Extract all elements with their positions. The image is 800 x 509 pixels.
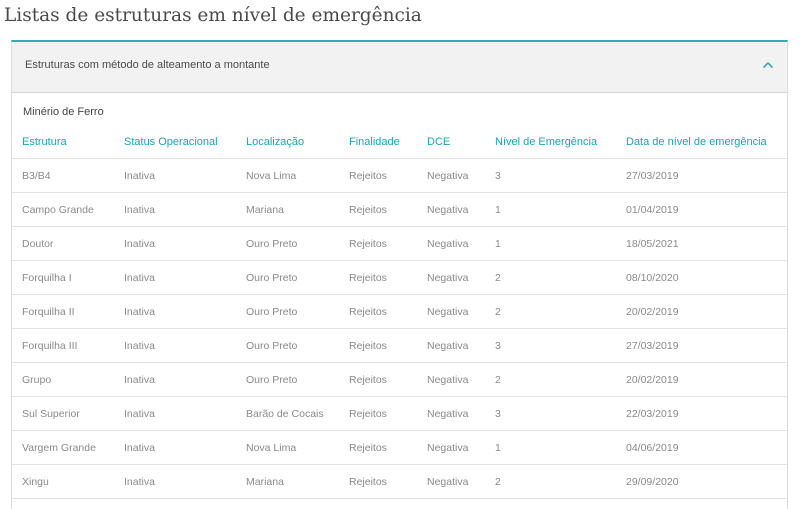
column-header-data-nivel-emergencia: Data de nível de emergência <box>616 126 787 159</box>
structures-panel: Estruturas com método de alteamento a mo… <box>11 40 788 509</box>
cell-nivel: 1 <box>485 192 616 227</box>
cell-localizacao: Nova Lima <box>236 158 339 193</box>
table-row: Xingu Inativa Mariana Rejeitos Negativa … <box>12 464 787 499</box>
cell-data: 04/06/2019 <box>616 430 787 465</box>
cell-status: Inativa <box>114 294 236 329</box>
cell-dce: Negativa <box>417 294 485 329</box>
cell-estrutura: Forquilha II <box>12 294 114 329</box>
panel-header-label: Estruturas com método de alteamento a mo… <box>25 59 270 71</box>
cell-finalidade: Rejeitos <box>339 430 417 465</box>
cell-status: Inativa <box>114 192 236 227</box>
cell-nivel: 2 <box>485 464 616 499</box>
cell-estrutura: Forquilha III <box>12 328 114 363</box>
cell-status: Inativa <box>114 430 236 465</box>
cell-data: 20/02/2019 <box>616 362 787 397</box>
cell-data: 27/03/2019 <box>616 328 787 363</box>
cell-nivel: 2 <box>485 294 616 329</box>
table-row: Campo Grande Inativa Mariana Rejeitos Ne… <box>12 192 787 227</box>
cell-data: 29/09/2020 <box>616 464 787 499</box>
cell-localizacao: Ouro Preto <box>236 260 339 295</box>
table-row: Vargem Grande Inativa Nova Lima Rejeitos… <box>12 430 787 465</box>
panel-header[interactable]: Estruturas com método de alteamento a mo… <box>12 42 787 93</box>
cell-finalidade: Rejeitos <box>339 226 417 261</box>
cell-data: 27/03/2019 <box>616 158 787 193</box>
column-header-localizacao: Localização <box>236 126 339 159</box>
cell-finalidade: Rejeitos <box>339 362 417 397</box>
column-header-dce: DCE <box>417 126 485 159</box>
cell-finalidade: Rejeitos <box>339 158 417 193</box>
cell-nivel: 2 <box>485 260 616 295</box>
cell-status: Inativa <box>114 158 236 193</box>
cell-finalidade: Rejeitos <box>339 396 417 431</box>
cell-estrutura: Campo Grande <box>12 192 114 227</box>
cell-nivel: 1 <box>485 226 616 261</box>
cell-estrutura: Sul Superior <box>12 396 114 431</box>
cell-data: 18/05/2021 <box>616 226 787 261</box>
cell-estrutura: Doutor <box>12 226 114 261</box>
cell-data: 22/03/2019 <box>616 396 787 431</box>
cell-finalidade: Rejeitos <box>339 192 417 227</box>
cell-finalidade: Rejeitos <box>339 260 417 295</box>
cell-localizacao: Ouro Preto <box>236 226 339 261</box>
cell-localizacao: Ouro Preto <box>236 294 339 329</box>
cell-finalidade: Rejeitos <box>339 294 417 329</box>
cell-finalidade: Rejeitos <box>339 464 417 499</box>
cell-status: Inativa <box>114 464 236 499</box>
cell-data: 08/10/2020 <box>616 260 787 295</box>
table-row: B3/B4 Inativa Nova Lima Rejeitos Negativ… <box>12 158 787 193</box>
cell-estrutura: Forquilha I <box>12 260 114 295</box>
page-title: Listas de estruturas em nível de emergên… <box>4 5 422 26</box>
column-header-nivel-emergencia: Nível de Emergência <box>485 126 616 159</box>
cell-nivel: 2 <box>485 362 616 397</box>
cell-dce: Negativa <box>417 328 485 363</box>
cell-finalidade: Rejeitos <box>339 328 417 363</box>
cell-localizacao: Ouro Preto <box>236 328 339 363</box>
structures-table: Estrutura Status Operacional Localização… <box>12 126 787 499</box>
table-row: Grupo Inativa Ouro Preto Rejeitos Negati… <box>12 362 787 397</box>
cell-status: Inativa <box>114 396 236 431</box>
cell-localizacao: Mariana <box>236 192 339 227</box>
cell-nivel: 3 <box>485 396 616 431</box>
cell-dce: Negativa <box>417 430 485 465</box>
cell-nivel: 3 <box>485 158 616 193</box>
table-row: Forquilha II Inativa Ouro Preto Rejeitos… <box>12 294 787 329</box>
cell-status: Inativa <box>114 328 236 363</box>
cell-localizacao: Mariana <box>236 464 339 499</box>
column-header-estrutura: Estrutura <box>12 126 114 159</box>
group-label: Minério de Ferro <box>23 106 104 118</box>
table-row: Sul Superior Inativa Barão de Cocais Rej… <box>12 396 787 431</box>
cell-dce: Negativa <box>417 396 485 431</box>
table-header-row: Estrutura Status Operacional Localização… <box>12 126 787 159</box>
table-row: Forquilha I Inativa Ouro Preto Rejeitos … <box>12 260 787 295</box>
cell-status: Inativa <box>114 260 236 295</box>
table-body: B3/B4 Inativa Nova Lima Rejeitos Negativ… <box>12 158 787 499</box>
cell-estrutura: Grupo <box>12 362 114 397</box>
cell-dce: Negativa <box>417 362 485 397</box>
cell-localizacao: Barão de Cocais <box>236 396 339 431</box>
cell-data: 01/04/2019 <box>616 192 787 227</box>
cell-nivel: 3 <box>485 328 616 363</box>
cell-localizacao: Ouro Preto <box>236 362 339 397</box>
column-header-status-operacional: Status Operacional <box>114 126 236 159</box>
cell-dce: Negativa <box>417 158 485 193</box>
cell-dce: Negativa <box>417 260 485 295</box>
cell-localizacao: Nova Lima <box>236 430 339 465</box>
column-header-finalidade: Finalidade <box>339 126 417 159</box>
cell-status: Inativa <box>114 362 236 397</box>
chevron-up-icon[interactable] <box>761 59 775 71</box>
cell-dce: Negativa <box>417 226 485 261</box>
cell-estrutura: Xingu <box>12 464 114 499</box>
cell-dce: Negativa <box>417 192 485 227</box>
cell-dce: Negativa <box>417 464 485 499</box>
cell-estrutura: B3/B4 <box>12 158 114 193</box>
table-row: Forquilha III Inativa Ouro Preto Rejeito… <box>12 328 787 363</box>
table-row: Doutor Inativa Ouro Preto Rejeitos Negat… <box>12 226 787 261</box>
cell-status: Inativa <box>114 226 236 261</box>
cell-data: 20/02/2019 <box>616 294 787 329</box>
cell-estrutura: Vargem Grande <box>12 430 114 465</box>
cell-nivel: 1 <box>485 430 616 465</box>
